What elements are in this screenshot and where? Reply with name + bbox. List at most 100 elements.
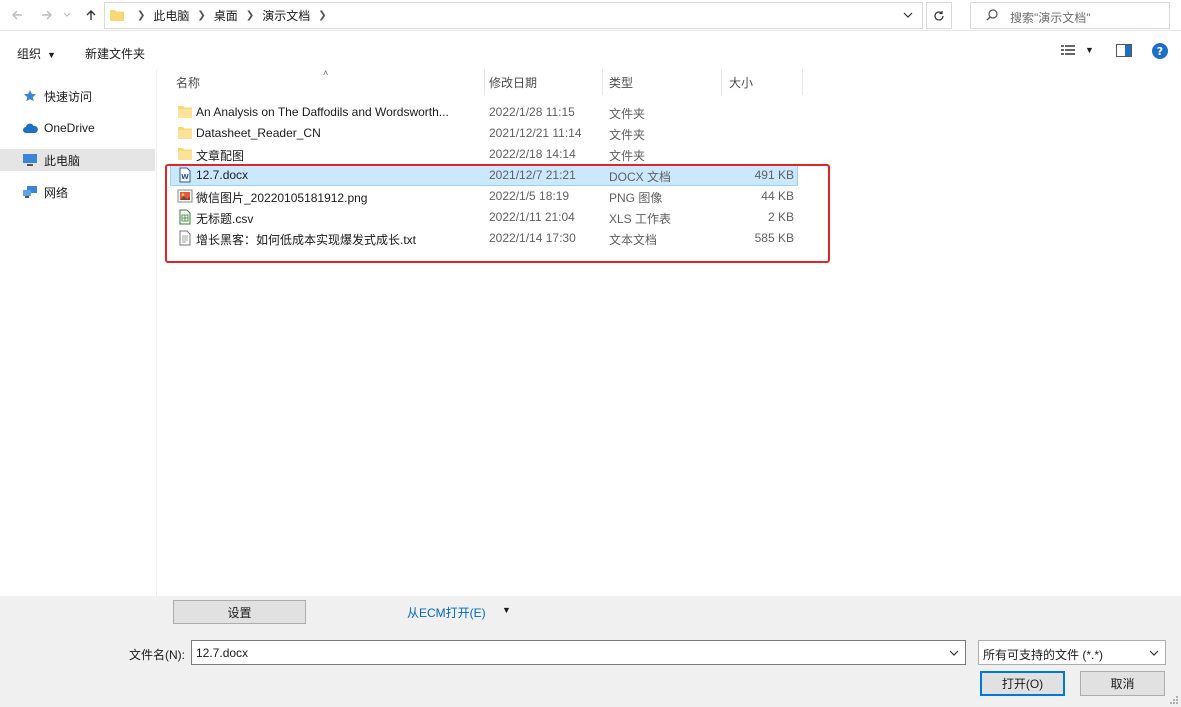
file-type: 文件夹	[609, 107, 646, 121]
file-type: 文件夹	[609, 128, 646, 142]
caret-down-icon[interactable]: ▼	[502, 605, 511, 615]
settings-button[interactable]: 设置	[173, 600, 306, 624]
file-row[interactable]: 无标题.csv 2022/1/11 21:04 XLS 工作表 2 KB	[170, 207, 798, 228]
file-row[interactable]: 微信图片_20220105181912.png 2022/1/5 18:19 P…	[170, 186, 798, 207]
open-button[interactable]: 打开(O)	[980, 671, 1065, 696]
caret-down-icon: ▼	[47, 50, 56, 60]
chevron-right-icon: ❯	[197, 10, 206, 21]
up-button[interactable]	[80, 4, 102, 26]
file-name: Datasheet_Reader_CN	[196, 126, 321, 140]
file-row[interactable]: 增长黑客：如何低成本实现爆发式成长.txt 2022/1/14 17:30 文本…	[170, 228, 798, 249]
dialog-footer: 设置 从ECM打开(E) ▼ 文件名(N): 12.7.docx 所有可支持的文…	[0, 596, 1181, 707]
filename-label: 文件名(N):	[129, 648, 185, 662]
help-button[interactable]: ?	[1152, 43, 1168, 62]
file-name: 无标题.csv	[196, 212, 254, 226]
arrow-left-icon	[12, 10, 22, 20]
file-name: An Analysis on The Daffodils and Wordswo…	[196, 105, 449, 119]
recent-locations-button[interactable]	[60, 4, 74, 26]
column-header-label: 类型	[609, 75, 634, 90]
organize-button[interactable]: 组织 ▼	[17, 45, 56, 62]
cancel-button[interactable]: 取消	[1080, 671, 1165, 696]
folder-icon	[178, 127, 192, 139]
sidebar-item-label: 此电脑	[44, 153, 81, 168]
chevron-down-icon[interactable]	[949, 648, 959, 658]
address-bar[interactable]: ❯ 此电脑 ❯ 桌面 ❯ 演示文档 ❯	[104, 2, 923, 29]
file-type: 文本文档	[609, 233, 658, 247]
open-from-ecm-link[interactable]: 从ECM打开(E)	[407, 604, 486, 621]
search-placeholder: 搜索"演示文档"	[1010, 11, 1091, 25]
computer-icon	[22, 152, 38, 168]
address-dropdown-button[interactable]	[902, 8, 914, 22]
chevron-right-icon: ❯	[245, 10, 255, 21]
filename-value: 12.7.docx	[196, 646, 249, 660]
file-size: 491 KB	[754, 168, 794, 182]
file-row[interactable]: Datasheet_Reader_CN 2021/12/21 11:14 文件夹	[170, 123, 798, 144]
column-divider[interactable]	[802, 69, 803, 95]
file-type-filter-select[interactable]: 所有可支持的文件 (*.*)	[978, 640, 1166, 665]
breadcrumb: ❯ 此电脑 ❯ 桌面 ❯ 演示文档 ❯	[129, 3, 335, 28]
sidebar-item-label: OneDrive	[44, 121, 95, 135]
cancel-label: 取消	[1110, 677, 1135, 691]
settings-label: 设置	[227, 605, 252, 620]
view-options-button[interactable]	[1060, 44, 1078, 59]
file-type: DOCX 文档	[609, 170, 672, 184]
svg-text:W: W	[181, 173, 189, 181]
column-header-name[interactable]: 名称	[168, 69, 484, 95]
open-label: 打开(O)	[1001, 677, 1044, 691]
forward-button[interactable]	[36, 4, 58, 26]
new-folder-button[interactable]: 新建文件夹	[85, 45, 145, 62]
file-row[interactable]: An Analysis on The Daffodils and Wordswo…	[170, 102, 798, 123]
file-size: 2 KB	[767, 210, 794, 224]
word-doc-icon: W	[179, 167, 191, 183]
file-size: 585 KB	[754, 231, 794, 245]
filter-value: 所有可支持的文件 (*.*)	[983, 648, 1104, 662]
column-header-label: 名称	[176, 75, 201, 90]
back-button[interactable]	[6, 4, 28, 26]
sidebar-item-onedrive[interactable]: OneDrive	[0, 117, 155, 139]
column-header-label: 大小	[729, 75, 754, 90]
column-header-date[interactable]: 修改日期	[481, 69, 601, 95]
column-header-type[interactable]: 类型	[601, 69, 721, 95]
filename-input[interactable]: 12.7.docx	[191, 640, 966, 665]
file-row[interactable]: 文章配图 2022/2/18 14:14 文件夹	[170, 144, 798, 165]
preview-pane-icon	[1116, 44, 1132, 57]
toolbar: 组织 ▼ 新建文件夹 ▼ ?	[0, 31, 1181, 69]
file-row-selected[interactable]: W 12.7.docx 2021/12/7 21:21 DOCX 文档 491 …	[170, 165, 798, 186]
chevron-right-icon: ❯	[318, 10, 327, 21]
breadcrumb-demo-docs[interactable]: 演示文档	[262, 7, 310, 24]
resize-grip-icon[interactable]	[1169, 695, 1179, 705]
caret-down-icon: ▼	[1085, 45, 1094, 55]
breadcrumb-desktop[interactable]: 桌面	[214, 7, 238, 24]
file-date: 2022/1/11 21:04	[489, 210, 575, 224]
details-view-icon	[1061, 45, 1075, 55]
sidebar-item-label: 快速访问	[44, 89, 93, 104]
sidebar-item-quick-access[interactable]: 快速访问	[0, 85, 155, 107]
view-dropdown-button[interactable]: ▼	[1085, 45, 1094, 55]
folder-icon	[178, 148, 192, 160]
preview-pane-button[interactable]	[1116, 44, 1132, 60]
refresh-button[interactable]	[926, 2, 952, 29]
chevron-down-icon	[903, 12, 913, 18]
column-header-size[interactable]: 大小	[721, 69, 801, 95]
breadcrumb-this-pc[interactable]: 此电脑	[153, 7, 189, 24]
svg-text:?: ?	[1157, 45, 1163, 58]
arrow-up-icon	[86, 10, 96, 20]
file-type: PNG 图像	[609, 191, 663, 205]
file-date: 2022/1/5 18:19	[489, 189, 570, 203]
new-folder-label: 新建文件夹	[85, 47, 146, 61]
search-input[interactable]: 搜索"演示文档"	[970, 2, 1170, 29]
sidebar-item-this-pc[interactable]: 此电脑	[0, 149, 155, 171]
file-date: 2022/1/28 11:15	[489, 105, 575, 119]
file-date: 2021/12/7 21:21	[489, 168, 576, 182]
file-date: 2022/1/14 17:30	[489, 231, 576, 245]
folder-icon	[110, 10, 124, 21]
file-size: 44 KB	[761, 189, 794, 203]
file-list: ˄ 名称 修改日期 类型 大小 An Analysis on The Daffo…	[158, 68, 1181, 596]
cloud-icon	[22, 120, 38, 136]
sidebar-item-network[interactable]: 网络	[0, 181, 155, 203]
file-name: 微信图片_20220105181912.png	[196, 191, 368, 205]
spreadsheet-icon	[179, 209, 191, 225]
navigation-pane: 快速访问 OneDrive 此电脑 网络	[0, 69, 157, 596]
text-file-icon	[179, 230, 191, 246]
network-icon	[22, 184, 38, 200]
